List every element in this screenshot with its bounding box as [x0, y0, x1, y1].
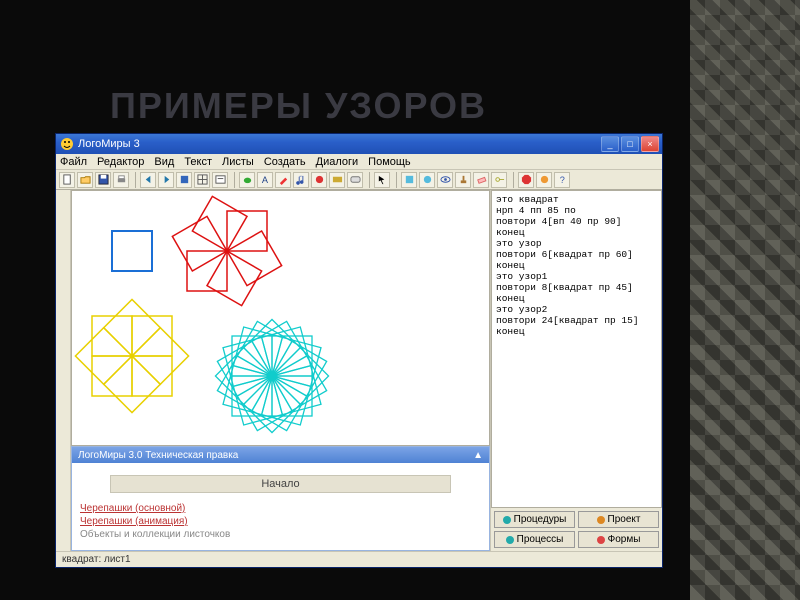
media-icon[interactable] — [329, 172, 345, 188]
forms-label: Формы — [608, 534, 641, 545]
paint-icon[interactable] — [275, 172, 291, 188]
text-tool-icon[interactable]: A — [257, 172, 273, 188]
red-pattern-shape — [167, 191, 287, 311]
procedures-tab[interactable]: Процедуры — [494, 511, 575, 528]
workarea: ЛогоМиры 3.0 Техническая правка ▲ Начало… — [56, 190, 662, 551]
menu-help[interactable]: Помощь — [368, 156, 411, 168]
menu-view[interactable]: Вид — [154, 156, 174, 168]
dot-icon — [506, 536, 514, 544]
arrow-icon[interactable] — [374, 172, 390, 188]
close-button[interactable]: × — [641, 136, 659, 152]
project-label: Проект — [608, 514, 641, 525]
processes-label: Процессы — [517, 534, 564, 545]
dot-icon — [503, 516, 511, 524]
grid-icon[interactable] — [194, 172, 210, 188]
left-gutter — [56, 190, 71, 551]
dot-icon — [597, 516, 605, 524]
help-body: Начало Черепашки (основной) Черепашки (а… — [72, 463, 489, 550]
print-icon[interactable] — [113, 172, 129, 188]
project-tab[interactable]: Проект — [578, 511, 659, 528]
forward-icon[interactable] — [158, 172, 174, 188]
help-link-1[interactable]: Черепашки (основной) — [80, 503, 481, 514]
text-icon[interactable] — [212, 172, 228, 188]
erase-icon[interactable] — [473, 172, 489, 188]
help-link-2[interactable]: Черепашки (анимация) — [80, 516, 481, 527]
help-header: ЛогоМиры 3.0 Техническая правка ▲ — [72, 447, 489, 463]
button-icon[interactable] — [347, 172, 363, 188]
titlebar: ЛогоМиры 3 _ □ × — [56, 134, 662, 154]
dot-icon — [597, 536, 605, 544]
cyan-pattern-shape — [202, 306, 342, 446]
help-panel: ЛогоМиры 3.0 Техническая правка ▲ Начало… — [71, 446, 490, 551]
menu-sheets[interactable]: Листы — [222, 156, 254, 168]
toolbar: A ? — [56, 170, 662, 190]
statusbar: квадрат: лист1 — [56, 551, 662, 567]
record-icon[interactable] — [311, 172, 327, 188]
stamp-icon[interactable] — [455, 172, 471, 188]
open-icon[interactable] — [77, 172, 93, 188]
stop-icon[interactable] — [176, 172, 192, 188]
help-scroll-icon[interactable]: ▲ — [473, 450, 483, 461]
new-icon[interactable] — [59, 172, 75, 188]
minimize-button[interactable]: _ — [601, 136, 619, 152]
help-title: ЛогоМиры 3.0 Техническая правка — [78, 450, 238, 461]
menubar: Файл Редактор Вид Текст Листы Создать Ди… — [56, 154, 662, 170]
back-icon[interactable] — [140, 172, 156, 188]
app-icon — [60, 137, 74, 151]
yellow-pattern-shape — [72, 296, 192, 416]
drawing-canvas[interactable] — [71, 190, 490, 446]
forms-tab[interactable]: Формы — [578, 531, 659, 548]
side-tabs: Процедуры Проект Процессы Формы — [491, 508, 662, 551]
processes-tab[interactable]: Процессы — [494, 531, 575, 548]
help-icon[interactable]: ? — [554, 172, 570, 188]
shapes2-icon[interactable] — [419, 172, 435, 188]
help-link-3[interactable]: Объекты и коллекции листочков — [80, 529, 481, 540]
procedures-label: Процедуры — [514, 514, 567, 525]
status-text: квадрат: лист1 — [62, 554, 131, 565]
slide-title: ПРИМЕРЫ УЗОРОВ — [110, 85, 487, 127]
decorative-checker — [690, 0, 800, 600]
right-panel: это квадрат нрп 4 пп 85 по повтори 4[вп … — [490, 190, 662, 551]
svg-text:A: A — [261, 175, 268, 185]
menu-text[interactable]: Текст — [184, 156, 212, 168]
code-area[interactable]: это квадрат нрп 4 пп 85 по повтори 4[вп … — [491, 190, 662, 508]
window-title: ЛогоМиры 3 — [78, 138, 599, 150]
help-start-button[interactable]: Начало — [110, 475, 451, 493]
blue-square-shape — [102, 221, 162, 281]
menu-dialogs[interactable]: Диалоги — [316, 156, 359, 168]
menu-file[interactable]: Файл — [60, 156, 87, 168]
menu-editor[interactable]: Редактор — [97, 156, 144, 168]
key-icon[interactable] — [491, 172, 507, 188]
tool-stop-icon[interactable] — [518, 172, 534, 188]
menu-create[interactable]: Создать — [264, 156, 306, 168]
music-icon[interactable] — [293, 172, 309, 188]
eye-icon[interactable] — [437, 172, 453, 188]
maximize-button[interactable]: □ — [621, 136, 639, 152]
tool-misc-icon[interactable] — [536, 172, 552, 188]
app-window: ЛогоМиры 3 _ □ × Файл Редактор Вид Текст… — [55, 133, 663, 568]
svg-text:?: ? — [559, 175, 564, 185]
shapes1-icon[interactable] — [401, 172, 417, 188]
turtle-icon[interactable] — [239, 172, 255, 188]
save-icon[interactable] — [95, 172, 111, 188]
